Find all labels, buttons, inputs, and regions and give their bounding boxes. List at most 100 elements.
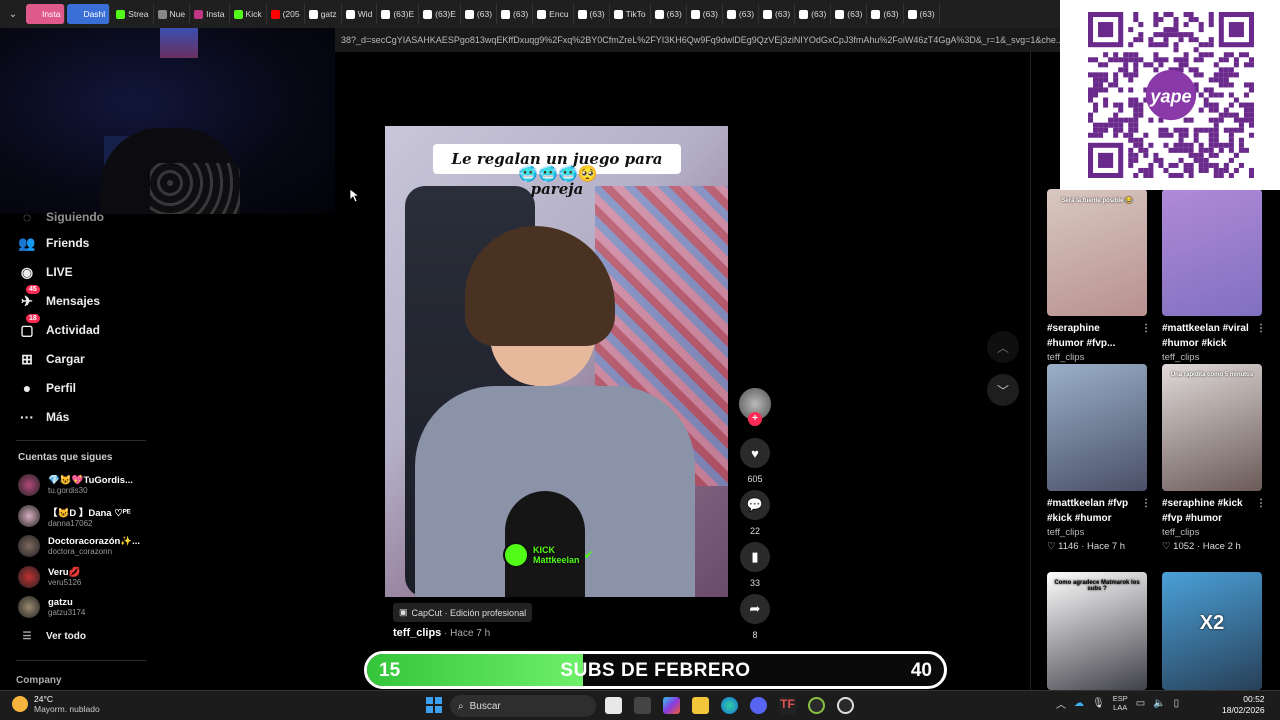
tf-app-icon[interactable]: TF <box>779 697 796 714</box>
video-author[interactable]: teff_clips <box>393 627 441 639</box>
like-action[interactable]: ♥ 605 <box>739 438 771 484</box>
video-thumbnail[interactable]: X2 <box>1162 572 1262 690</box>
browser-tab[interactable]: (63) <box>867 4 904 24</box>
related-video-title[interactable]: #mattkeelan #viral #humor #kick ⋮ <box>1162 321 1266 351</box>
related-video-author[interactable]: teff_clips <box>1162 352 1262 363</box>
video-thumbnail[interactable]: Como agradece Matmarok los subs ? <box>1047 572 1147 690</box>
sidebar-item-friends[interactable]: 👥 Friends <box>18 234 89 252</box>
subs-goal-target: 40 <box>910 660 932 681</box>
heart-icon[interactable]: ♥ <box>740 438 770 468</box>
video-thumbnail[interactable]: Será la fuente posible 😂 <box>1047 189 1147 316</box>
browser-tab[interactable]: (63) <box>723 4 760 24</box>
address-bar[interactable]: 38?_d=secCgYIASAHKAESPgo813wqEKffDxuqg9%… <box>335 28 1060 52</box>
windows-start-icon[interactable] <box>426 697 442 713</box>
sidebar-item-following[interactable]: ◌ Siguiendo <box>18 208 104 226</box>
related-video-card[interactable]: #mattkeelan #fvp #kick #humor ⋮ teff_clips… <box>1047 364 1151 552</box>
browser-tab[interactable]: (63) <box>687 4 723 24</box>
video-thumbnail[interactable] <box>1162 189 1262 316</box>
browser-tab[interactable]: (63) <box>651 4 687 24</box>
chevron-up-icon[interactable]: ︿ <box>1056 696 1066 711</box>
sidebar-item-actividad[interactable]: ▢ 18 Actividad <box>18 314 100 339</box>
obs-icon[interactable] <box>837 697 854 714</box>
related-video-card[interactable]: #mattkeelan #viral #humor #kick ⋮ teff_cli… <box>1162 189 1266 377</box>
comment-action[interactable]: 💬 22 <box>739 490 771 536</box>
video-thumbnail[interactable] <box>1047 364 1147 491</box>
browser-tab[interactable]: (63) <box>831 4 868 24</box>
save-action[interactable]: ▮ 33 <box>739 542 771 588</box>
more-options-icon[interactable]: ⋮ <box>1256 496 1266 511</box>
followed-account[interactable]: Veru💋 veru5126 <box>18 565 81 588</box>
related-video-author[interactable]: teff_clips <box>1162 527 1262 538</box>
edge-browser-icon[interactable] <box>721 697 738 714</box>
related-video-card[interactable]: Será la fuente posible 😂 #seraphine #humo… <box>1047 189 1151 377</box>
share-icon[interactable]: ➦ <box>740 594 770 624</box>
browser-tab[interactable]: Dashl <box>67 4 111 24</box>
related-video-card[interactable]: X2 <box>1162 572 1262 690</box>
comment-icon[interactable]: 💬 <box>740 490 770 520</box>
more-options-icon[interactable]: ⋮ <box>1141 496 1151 511</box>
more-options-icon[interactable]: ⋮ <box>1141 321 1151 336</box>
sidebar-item-live[interactable]: ◉ LIVE <box>18 263 73 281</box>
related-video-author[interactable]: teff_clips <box>1047 527 1147 538</box>
microphone-icon[interactable]: 🎙 <box>1092 698 1105 709</box>
cloud-icon[interactable]: ☁ <box>1074 698 1084 709</box>
language-indicator[interactable]: ESP LAA <box>1113 694 1128 712</box>
browser-tab[interactable]: Strea <box>112 4 154 24</box>
browser-tab[interactable]: Insta <box>26 4 66 24</box>
sidebar-item-mensajes[interactable]: ✈ 45 Mensajes <box>18 285 100 310</box>
next-video-button[interactable]: ﹀ <box>987 374 1019 406</box>
browser-tab[interactable]: Kick <box>230 4 267 24</box>
followed-account[interactable]: Doctoracorazón✨... doctora_corazonn <box>18 535 140 557</box>
browser-tab[interactable]: (63) <box>574 4 610 24</box>
discord-icon[interactable] <box>750 697 767 714</box>
share-action[interactable]: ➦ 8 <box>739 594 771 640</box>
browser-tab[interactable]: (63) <box>461 4 498 24</box>
capcut-tag[interactable]: ▣ CapCut · Edición profesional <box>393 603 533 622</box>
browser-tab[interactable]: Encu <box>533 4 574 24</box>
followed-account[interactable]: gatzu gatzu3174 <box>18 596 85 618</box>
taskbar-search[interactable]: ⌕ Buscar <box>450 695 596 717</box>
store-icon[interactable] <box>634 697 651 714</box>
related-video-title[interactable]: #mattkeelan #fvp #kick #humor ⋮ <box>1047 496 1151 526</box>
task-view-icon[interactable] <box>605 697 622 714</box>
related-video-card[interactable]: Como agradece Matmarok los subs ? <box>1047 572 1147 690</box>
battery-icon[interactable]: ▯ <box>1174 698 1180 709</box>
browser-tab[interactable]: (63) <box>904 4 940 24</box>
sidebar-item-ms[interactable]: ··· Más <box>18 408 69 426</box>
browser-tab[interactable]: TikTo <box>610 4 651 24</box>
company-link[interactable]: Company <box>16 675 62 686</box>
browser-tab[interactable]: Nue <box>154 4 191 24</box>
tab-menu-chevron-icon[interactable]: ⌄ <box>0 9 26 20</box>
related-video-author[interactable]: teff_clips <box>1047 352 1147 363</box>
followed-account[interactable]: 【😺D 】Dana ♡ᴾᴱ danna17062 <box>18 505 131 528</box>
volume-icon[interactable]: 🔈 <box>1153 698 1165 709</box>
video-thumbnail[interactable]: Una rapidita como 5 minutos <box>1162 364 1262 491</box>
file-explorer-icon[interactable] <box>692 697 709 714</box>
browser-tab[interactable]: (63) <box>497 4 534 24</box>
browser-tab[interactable]: (63)E <box>419 4 461 24</box>
previous-video-button[interactable]: ︿ <box>987 331 1019 363</box>
follow-plus-icon[interactable]: + <box>748 412 762 426</box>
taskbar-clock[interactable]: 00:52 18/02/2026 <box>1222 694 1265 716</box>
see-all-link[interactable]: ☰ Ver todo <box>18 631 87 642</box>
browser-tab[interactable]: (63) <box>795 4 832 24</box>
browser-tab[interactable]: gatz <box>305 4 342 24</box>
app-icon[interactable] <box>808 697 825 714</box>
related-video-title[interactable]: #seraphine #humor #fvp... ⋮ <box>1047 321 1151 351</box>
weather-widget[interactable]: 24°C Mayorm. nublado <box>12 694 100 714</box>
sidebar-item-cargar[interactable]: ⊞ Cargar <box>18 350 85 368</box>
browser-tab[interactable]: Insta <box>190 4 230 24</box>
video-player[interactable]: Le regalan un juego para pareja 🥶🥶🥶🥺 KIC… <box>385 126 728 597</box>
browser-tab[interactable]: Wid <box>342 4 378 24</box>
browser-tab[interactable]: (205 <box>267 4 305 24</box>
sidebar-item-perfil[interactable]: ● Perfil <box>18 379 76 397</box>
followed-account[interactable]: 💎😺💖TuGordis... tu.gordis30 <box>18 474 133 496</box>
copilot-icon[interactable] <box>663 697 680 714</box>
browser-tab[interactable]: (63) <box>759 4 796 24</box>
browser-tab[interactable]: (63)E <box>377 4 420 24</box>
related-video-card[interactable]: Una rapidita como 5 minutos #seraphine #k… <box>1162 364 1266 552</box>
bookmark-icon[interactable]: ▮ <box>740 542 770 572</box>
related-video-title[interactable]: #seraphine #kick #fvp #humor ⋮ <box>1162 496 1266 526</box>
network-icon[interactable]: ▭ <box>1136 698 1145 709</box>
more-options-icon[interactable]: ⋮ <box>1256 321 1266 336</box>
